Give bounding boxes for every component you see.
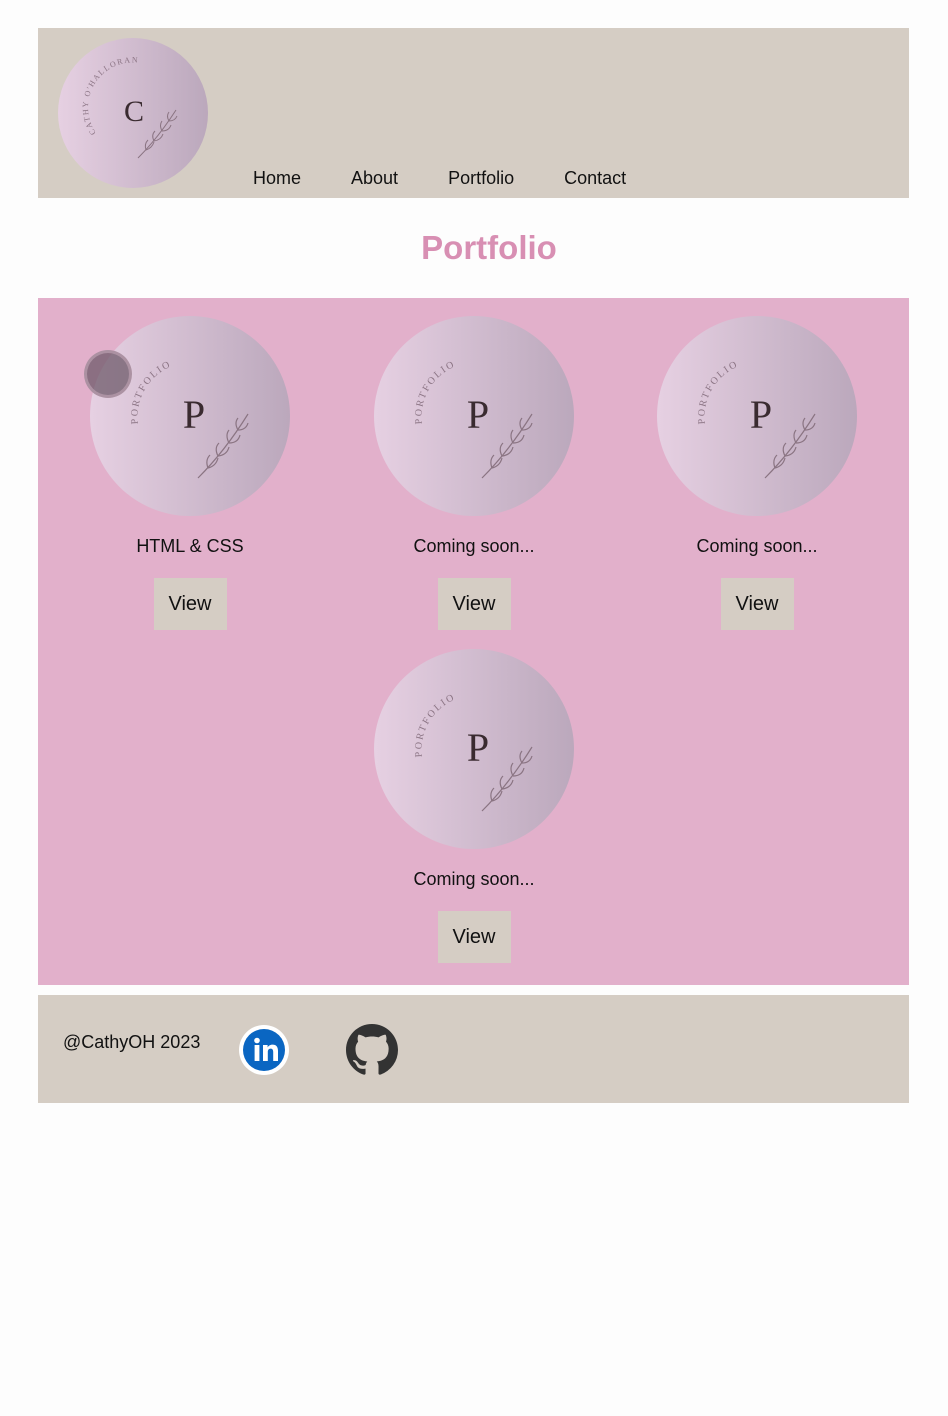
- view-button[interactable]: View: [720, 578, 794, 630]
- view-button[interactable]: View: [437, 911, 511, 963]
- project-caption: HTML & CSS: [136, 536, 244, 556]
- linkedin-link[interactable]: [238, 1024, 290, 1076]
- github-icon: [346, 1024, 398, 1075]
- site-logo[interactable]: CATHY O'HALLORAN C: [58, 38, 208, 188]
- project-caption: Coming soon...: [696, 536, 818, 556]
- portfolio-thumbnail: PORTFOLIO P: [374, 649, 574, 849]
- site-footer: @CathyOH 2023: [38, 995, 909, 1103]
- portfolio-grid: PORTFOLIO P HTML & CSS View PORTFOLIO P …: [38, 298, 909, 985]
- nav-portfolio[interactable]: Portfolio: [448, 168, 514, 188]
- cursor-indicator: [84, 350, 132, 398]
- portfolio-thumbnail: PORTFOLIO P: [374, 316, 574, 516]
- project-card: PORTFOLIO P Coming soon... View: [374, 649, 574, 963]
- site-header: CATHY O'HALLORAN C Home About Portfolio …: [38, 28, 909, 198]
- portfolio-thumbnail: PORTFOLIO P: [90, 316, 290, 516]
- page: CATHY O'HALLORAN C Home About Portfolio …: [0, 0, 948, 1416]
- nav-contact[interactable]: Contact: [564, 168, 626, 188]
- logo-initial: C: [124, 95, 144, 128]
- main-nav: Home About Portfolio Contact: [253, 168, 626, 188]
- portfolio-thumbnail: PORTFOLIO P: [657, 316, 857, 516]
- github-link[interactable]: [346, 1024, 398, 1076]
- view-button[interactable]: View: [153, 578, 227, 630]
- svg-text:P: P: [183, 392, 205, 437]
- logo-badge: CATHY O'HALLORAN C: [58, 38, 208, 188]
- copyright-text: @CathyOH 2023: [63, 1032, 201, 1052]
- project-card: PORTFOLIO P Coming soon... View: [374, 316, 574, 630]
- project-card: PORTFOLIO P Coming soon... View: [657, 316, 857, 630]
- nav-about[interactable]: About: [351, 168, 398, 188]
- svg-text:P: P: [467, 725, 489, 770]
- project-caption: Coming soon...: [413, 536, 535, 556]
- page-title: Portfolio: [421, 229, 557, 266]
- svg-text:P: P: [750, 392, 772, 437]
- view-button[interactable]: View: [437, 578, 511, 630]
- project-caption: Coming soon...: [413, 869, 535, 889]
- nav-home[interactable]: Home: [253, 168, 301, 188]
- svg-text:P: P: [467, 392, 489, 437]
- linkedin-icon: [239, 1025, 289, 1075]
